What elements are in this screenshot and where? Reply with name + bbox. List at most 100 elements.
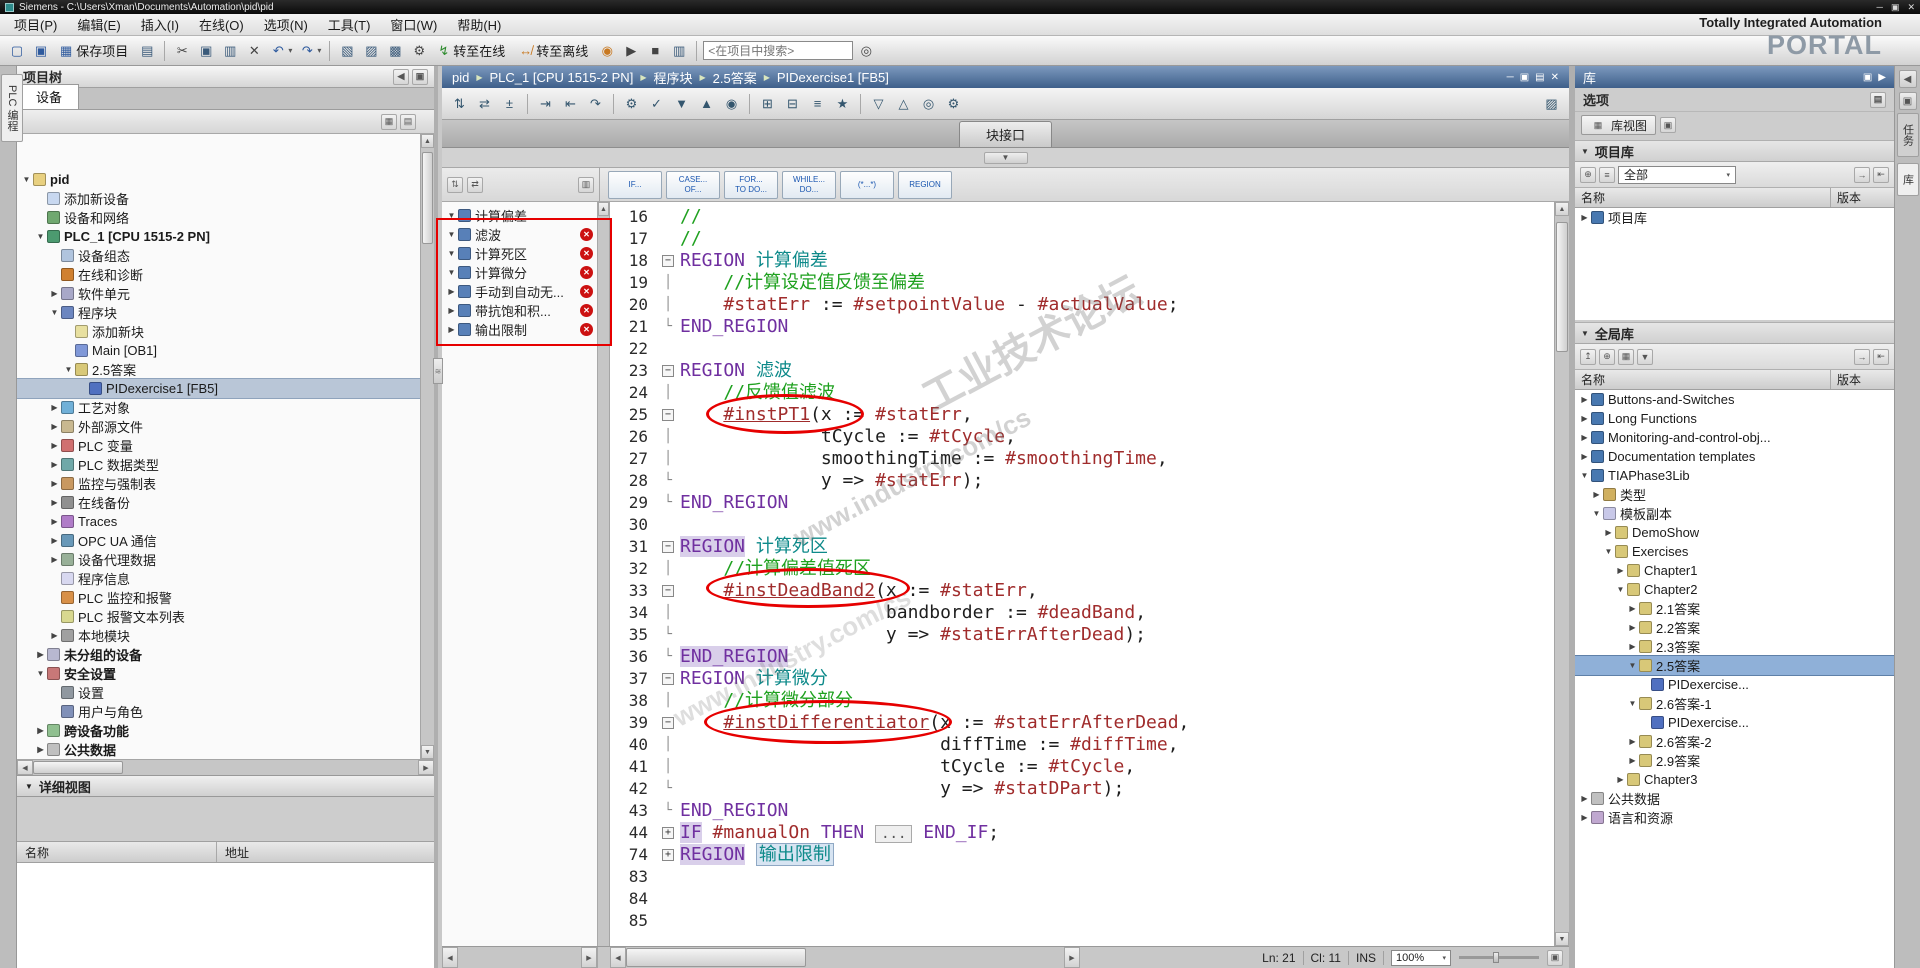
project-tree-item[interactable]: ▶ PLC 数据类型 [17,455,424,474]
close-editor-icon[interactable]: ✕ [1551,72,1559,83]
project-tree-item[interactable]: 设备和网络 [17,208,424,227]
collapse-arrow-icon[interactable]: ▶ [1626,642,1639,651]
sort-regions-icon[interactable]: ⇅ [447,176,463,193]
project-tree-item[interactable]: PIDexercise1 [FB5] [17,378,424,399]
collapse-arrow-icon[interactable]: ▶ [48,289,61,298]
global-library-item[interactable]: ▼ TIAPhase3Lib [1575,466,1894,485]
code-line[interactable]: 35 └ y => #statErrAfterDead); [610,624,1554,646]
column-version[interactable]: 版本 [1830,188,1894,207]
library-preview-icon[interactable]: ▣ [1660,117,1677,133]
project-tree-item[interactable]: ▼ pid [17,170,424,189]
library-options-icon[interactable]: ▤ [1870,91,1886,108]
code-line[interactable]: 17 // [610,228,1554,250]
breadcrumb-item-1[interactable]: PLC_1 [CPU 1515-2 PN] [490,70,634,85]
add-device-icon[interactable]: ▧ [336,40,358,62]
menu-item-1[interactable]: 编辑(E) [67,13,130,36]
project-library-item[interactable]: ▶ 项目库 [1575,208,1894,227]
new-project-icon[interactable]: ▢ [6,40,28,62]
swap-operands-icon[interactable]: ⇄ [473,93,496,115]
collapse-arrow-icon[interactable]: ▶ [1578,452,1591,461]
detach-editor-icon[interactable]: ▨ [1540,93,1563,115]
fold-collapse-icon[interactable]: − [662,254,674,267]
expand-arrow-icon[interactable]: ▼ [445,268,458,277]
scroll-right-icon[interactable]: ▶ [1064,947,1080,968]
region-item[interactable]: ▼ 滤波 ✕ [442,225,597,244]
global-library-item[interactable]: ▶ 2.1答案 [1575,599,1894,618]
global-library-item[interactable]: ▶ Buttons-and-Switches [1575,390,1894,409]
code-line[interactable]: 30 [610,514,1554,536]
project-tree-item[interactable]: ▶ 在线备份 [17,493,424,512]
project-tree-item[interactable]: ▼ 2.5答案 [17,360,424,379]
detail-column-address[interactable]: 地址 [217,844,249,861]
code-line[interactable]: 40 │ diffTime := #diffTime, [610,734,1554,756]
region-item[interactable]: ▶ 带抗饱和积... ✕ [442,301,597,320]
insert-row-icon[interactable]: ⇅ [448,93,471,115]
fold-collapse-icon[interactable]: − [662,716,674,729]
fold-expand-icon[interactable]: + [662,826,674,839]
global-library-item[interactable]: ▼ Chapter2 [1575,580,1894,599]
expand-arrow-icon[interactable]: ▼ [1602,547,1615,556]
expand-arrow-icon[interactable]: ▼ [1614,585,1627,594]
update-library-icon[interactable]: → [1854,348,1870,365]
start-cpu-icon[interactable]: ▶ [620,40,642,62]
code-line[interactable]: 19 │ //计算设定值反馈至偏差 [610,272,1554,294]
collapse-arrow-icon[interactable]: ▶ [48,460,61,469]
expand-arrow-icon[interactable]: ▼ [1626,699,1639,708]
favorites-icon[interactable]: ★ [831,93,854,115]
hide-panel-icon[interactable]: ◀ [393,68,409,85]
code-line[interactable]: 24 │ //反馈值滤波 [610,382,1554,404]
expand-arrow-icon[interactable]: ▼ [445,249,458,258]
project-search-input[interactable] [703,41,854,60]
global-library-item[interactable]: ▶ 2.6答案-2 [1575,732,1894,751]
snippet-case[interactable]: CASE... OF... [666,170,720,199]
print-icon[interactable]: ▤ [136,40,158,62]
online-diagnostics-icon[interactable]: ◉ [596,40,618,62]
collapse-arrow-icon[interactable]: ▶ [1614,775,1627,784]
project-tree-scrollbar[interactable]: ▲ ▼ [420,134,434,759]
menu-item-0[interactable]: 项目(P) [4,13,67,36]
zoom-select[interactable]: 100% ▾ [1391,949,1451,966]
collapse-arrow-icon[interactable]: ▶ [34,650,47,659]
code-line[interactable]: 29 └ END_REGION [610,492,1554,514]
collapse-arrow-icon[interactable]: ▶ [1590,490,1603,499]
scroll-left-icon[interactable]: ◀ [610,947,626,968]
list-view-icon[interactable]: ≡ [1599,166,1615,183]
global-library-item[interactable]: ▶ 类型 [1575,485,1894,504]
detail-view-header[interactable]: ▼ 详细视图 [17,775,434,797]
project-tree-item[interactable]: ▶ 外部源文件 [17,417,424,436]
expand-interface-icon[interactable]: ▼ [983,151,1028,164]
scroll-down-icon[interactable]: ▼ [421,745,434,759]
snippet-region[interactable]: REGION [898,170,952,199]
code-line[interactable]: 44 + IF #manualOn THEN ... END_IF; [610,821,1554,844]
code-line[interactable]: 23 − REGION 滤波 [610,360,1554,382]
code-line[interactable]: 43 └ END_REGION [610,800,1554,822]
open-project-icon[interactable]: ▣ [30,40,52,62]
code-line[interactable]: 22 [610,338,1554,360]
code-line[interactable]: 25 − #instPT1(x := #statErr, [610,404,1554,426]
create-library-icon[interactable]: ⊕ [1599,348,1615,365]
network-view-icon[interactable]: ▨ [360,40,382,62]
project-tree-item[interactable]: ▶ 工艺对象 [17,398,424,417]
expand-all-icon[interactable]: ▽ [867,93,890,115]
redo-icon[interactable]: ↷ [296,40,318,62]
apply-filter-icon[interactable]: → [1854,166,1870,183]
scroll-up-icon[interactable]: ▲ [1555,202,1569,216]
fold-collapse-icon[interactable]: − [662,672,674,685]
collapse-arrow-icon[interactable]: ▶ [445,287,458,296]
delete-icon[interactable]: ✕ [243,40,265,62]
menu-item-5[interactable]: 工具(T) [318,13,381,36]
breadcrumb-item-3[interactable]: 2.5答案 [713,68,757,87]
global-library-section[interactable]: ▼ 全局库 [1575,322,1894,344]
global-library-item[interactable]: ▶ 公共数据 [1575,789,1894,808]
code-line[interactable]: 39 − #instDifferentiator(x := #statErrAft… [610,712,1554,734]
column-version[interactable]: 版本 [1830,370,1894,389]
collapse-all-icon[interactable]: △ [892,93,915,115]
code-line[interactable]: 33 − #instDeadBand2(x := #statErr, [610,580,1554,602]
global-library-item[interactable]: ▼ 模板副本 [1575,504,1894,523]
collapse-arrow-icon[interactable]: ▶ [1626,604,1639,613]
expand-arrow-icon[interactable]: ▼ [1590,509,1603,518]
close-button[interactable]: ✕ [1907,2,1915,13]
menu-item-3[interactable]: 在线(O) [189,13,254,36]
expand-arrow-icon[interactable]: ▼ [34,669,47,678]
snippet-comment[interactable]: (*...*) [840,170,894,199]
